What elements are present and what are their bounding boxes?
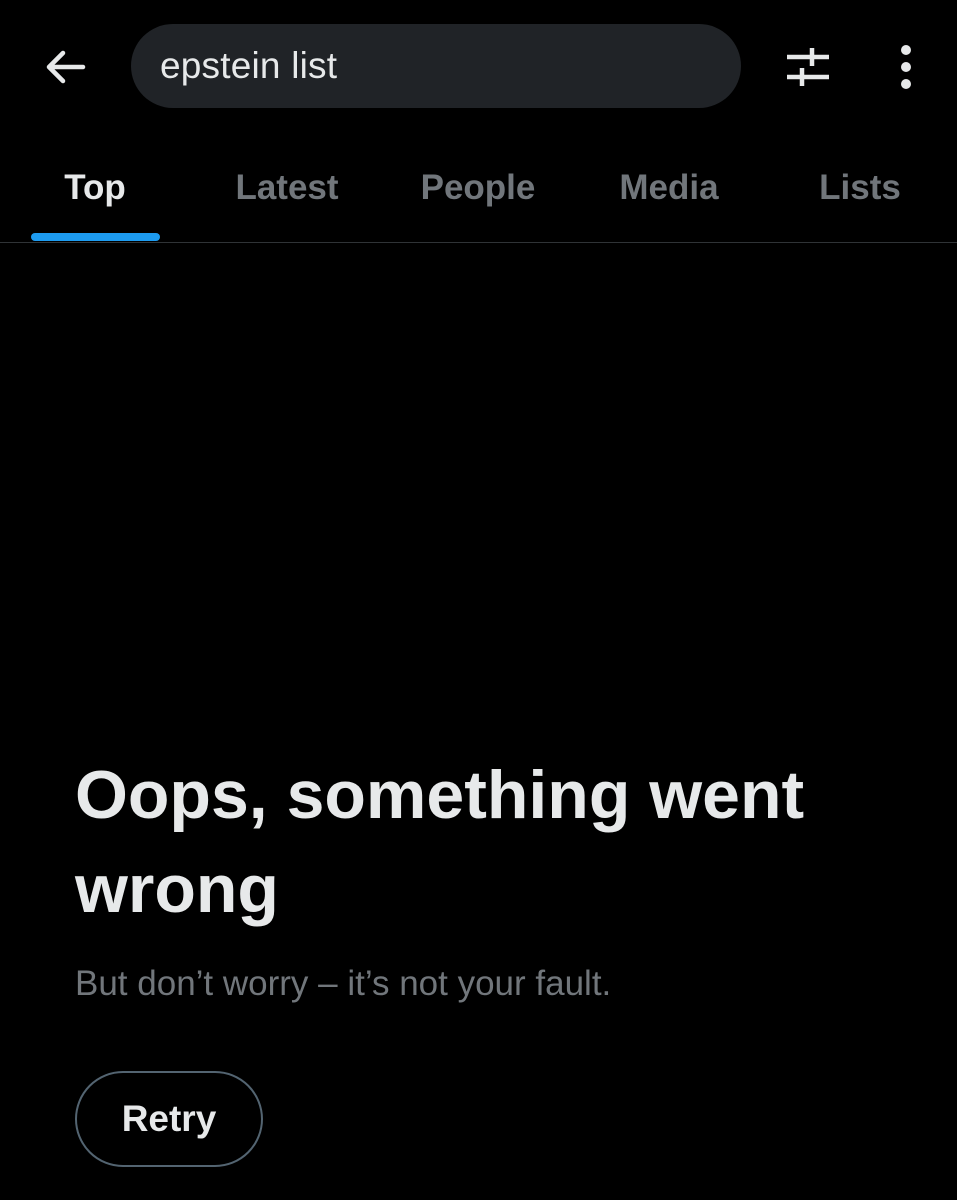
tab-lists[interactable]: Lists (790, 134, 930, 242)
back-button[interactable] (38, 40, 92, 94)
top-bar: epstein list (0, 0, 957, 134)
tab-people[interactable]: People (398, 134, 558, 242)
tab-media[interactable]: Media (590, 134, 748, 242)
error-subtitle: But don’t worry – it’s not your fault. (75, 964, 612, 1003)
vertical-dots-icon (901, 45, 911, 89)
more-options-button[interactable] (880, 40, 932, 94)
tab-latest[interactable]: Latest (207, 134, 367, 242)
active-tab-indicator (31, 233, 160, 241)
search-tabs: Top Latest People Media Lists (0, 134, 957, 242)
tab-top[interactable]: Top (20, 134, 170, 242)
search-input[interactable]: epstein list (131, 24, 741, 108)
tabs-divider (0, 242, 957, 243)
search-filter-button[interactable] (780, 40, 836, 94)
error-title: Oops, something went wrong (75, 757, 805, 927)
search-query-text: epstein list (160, 45, 338, 86)
arrow-left-icon (46, 50, 86, 84)
sliders-icon (787, 48, 829, 86)
retry-button[interactable]: Retry (75, 1071, 263, 1167)
